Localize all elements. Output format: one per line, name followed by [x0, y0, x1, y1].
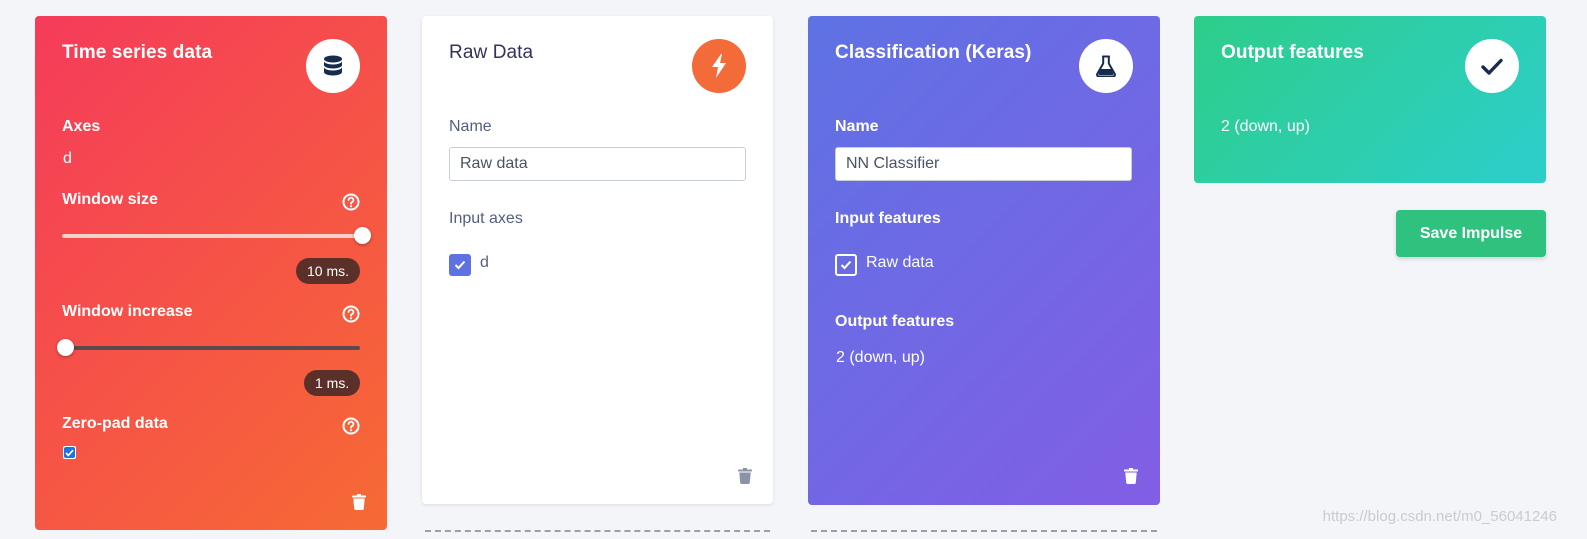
card-title: Time series data	[62, 42, 213, 63]
raw-data-card: Raw Data Name Raw data Input axes d	[422, 16, 773, 504]
axes-value: d	[63, 150, 72, 167]
output-features-value: 2 (down, up)	[1221, 118, 1310, 135]
checkmark-icon	[840, 260, 852, 270]
save-impulse-button[interactable]: Save Impulse	[1396, 210, 1546, 257]
axes-label: Axes	[62, 118, 101, 135]
window-increase-slider-thumb[interactable]	[57, 339, 74, 356]
trash-icon[interactable]	[352, 494, 366, 510]
window-size-value-badge: 10 ms.	[296, 258, 361, 284]
classification-card: Classification (Keras) Name NN Classifie…	[808, 16, 1160, 505]
checkmark-icon	[454, 260, 466, 270]
name-label: Name	[449, 118, 492, 135]
card-title: Raw Data	[449, 42, 534, 63]
zero-pad-checkbox[interactable]	[63, 446, 76, 459]
output-features-card: Output features 2 (down, up)	[1194, 16, 1546, 183]
window-size-slider-track[interactable]	[62, 234, 362, 238]
flask-icon	[1079, 39, 1133, 93]
time-series-data-card: Time series data Axes d Window size 10 m…	[35, 16, 387, 530]
output-features-label: Output features	[835, 313, 955, 330]
card-connector	[811, 530, 1157, 532]
name-label: Name	[835, 118, 879, 135]
watermark: https://blog.csdn.net/m0_56041246	[1322, 508, 1557, 525]
input-features-label: Input features	[835, 210, 941, 227]
input-feature-option-label: Raw data	[866, 254, 934, 271]
card-title: Output features	[1221, 42, 1364, 63]
trash-icon[interactable]	[1124, 468, 1138, 484]
output-features-value: 2 (down, up)	[836, 349, 925, 366]
name-input[interactable]: NN Classifier	[835, 147, 1132, 181]
window-increase-value-badge: 1 ms.	[304, 370, 361, 396]
name-input[interactable]: Raw data	[449, 147, 746, 181]
window-increase-slider-track[interactable]	[62, 346, 360, 350]
input-feature-checkbox[interactable]	[835, 254, 857, 276]
input-axis-option-label: d	[480, 254, 489, 271]
input-axes-label: Input axes	[449, 210, 523, 227]
help-icon[interactable]	[342, 305, 360, 323]
window-increase-label: Window increase	[62, 303, 193, 320]
zero-pad-label: Zero-pad data	[62, 415, 168, 432]
card-connector	[425, 530, 770, 532]
window-size-slider-thumb[interactable]	[354, 227, 371, 244]
trash-icon[interactable]	[738, 468, 752, 484]
help-icon[interactable]	[342, 417, 360, 435]
checkmark-icon	[1465, 39, 1519, 93]
help-icon[interactable]	[342, 193, 360, 211]
lightning-bolt-icon	[692, 39, 746, 93]
database-icon	[306, 39, 360, 93]
window-size-label: Window size	[62, 191, 158, 208]
checkmark-icon	[65, 449, 74, 457]
card-title: Classification (Keras)	[835, 42, 1032, 63]
input-axis-checkbox[interactable]	[449, 254, 471, 276]
